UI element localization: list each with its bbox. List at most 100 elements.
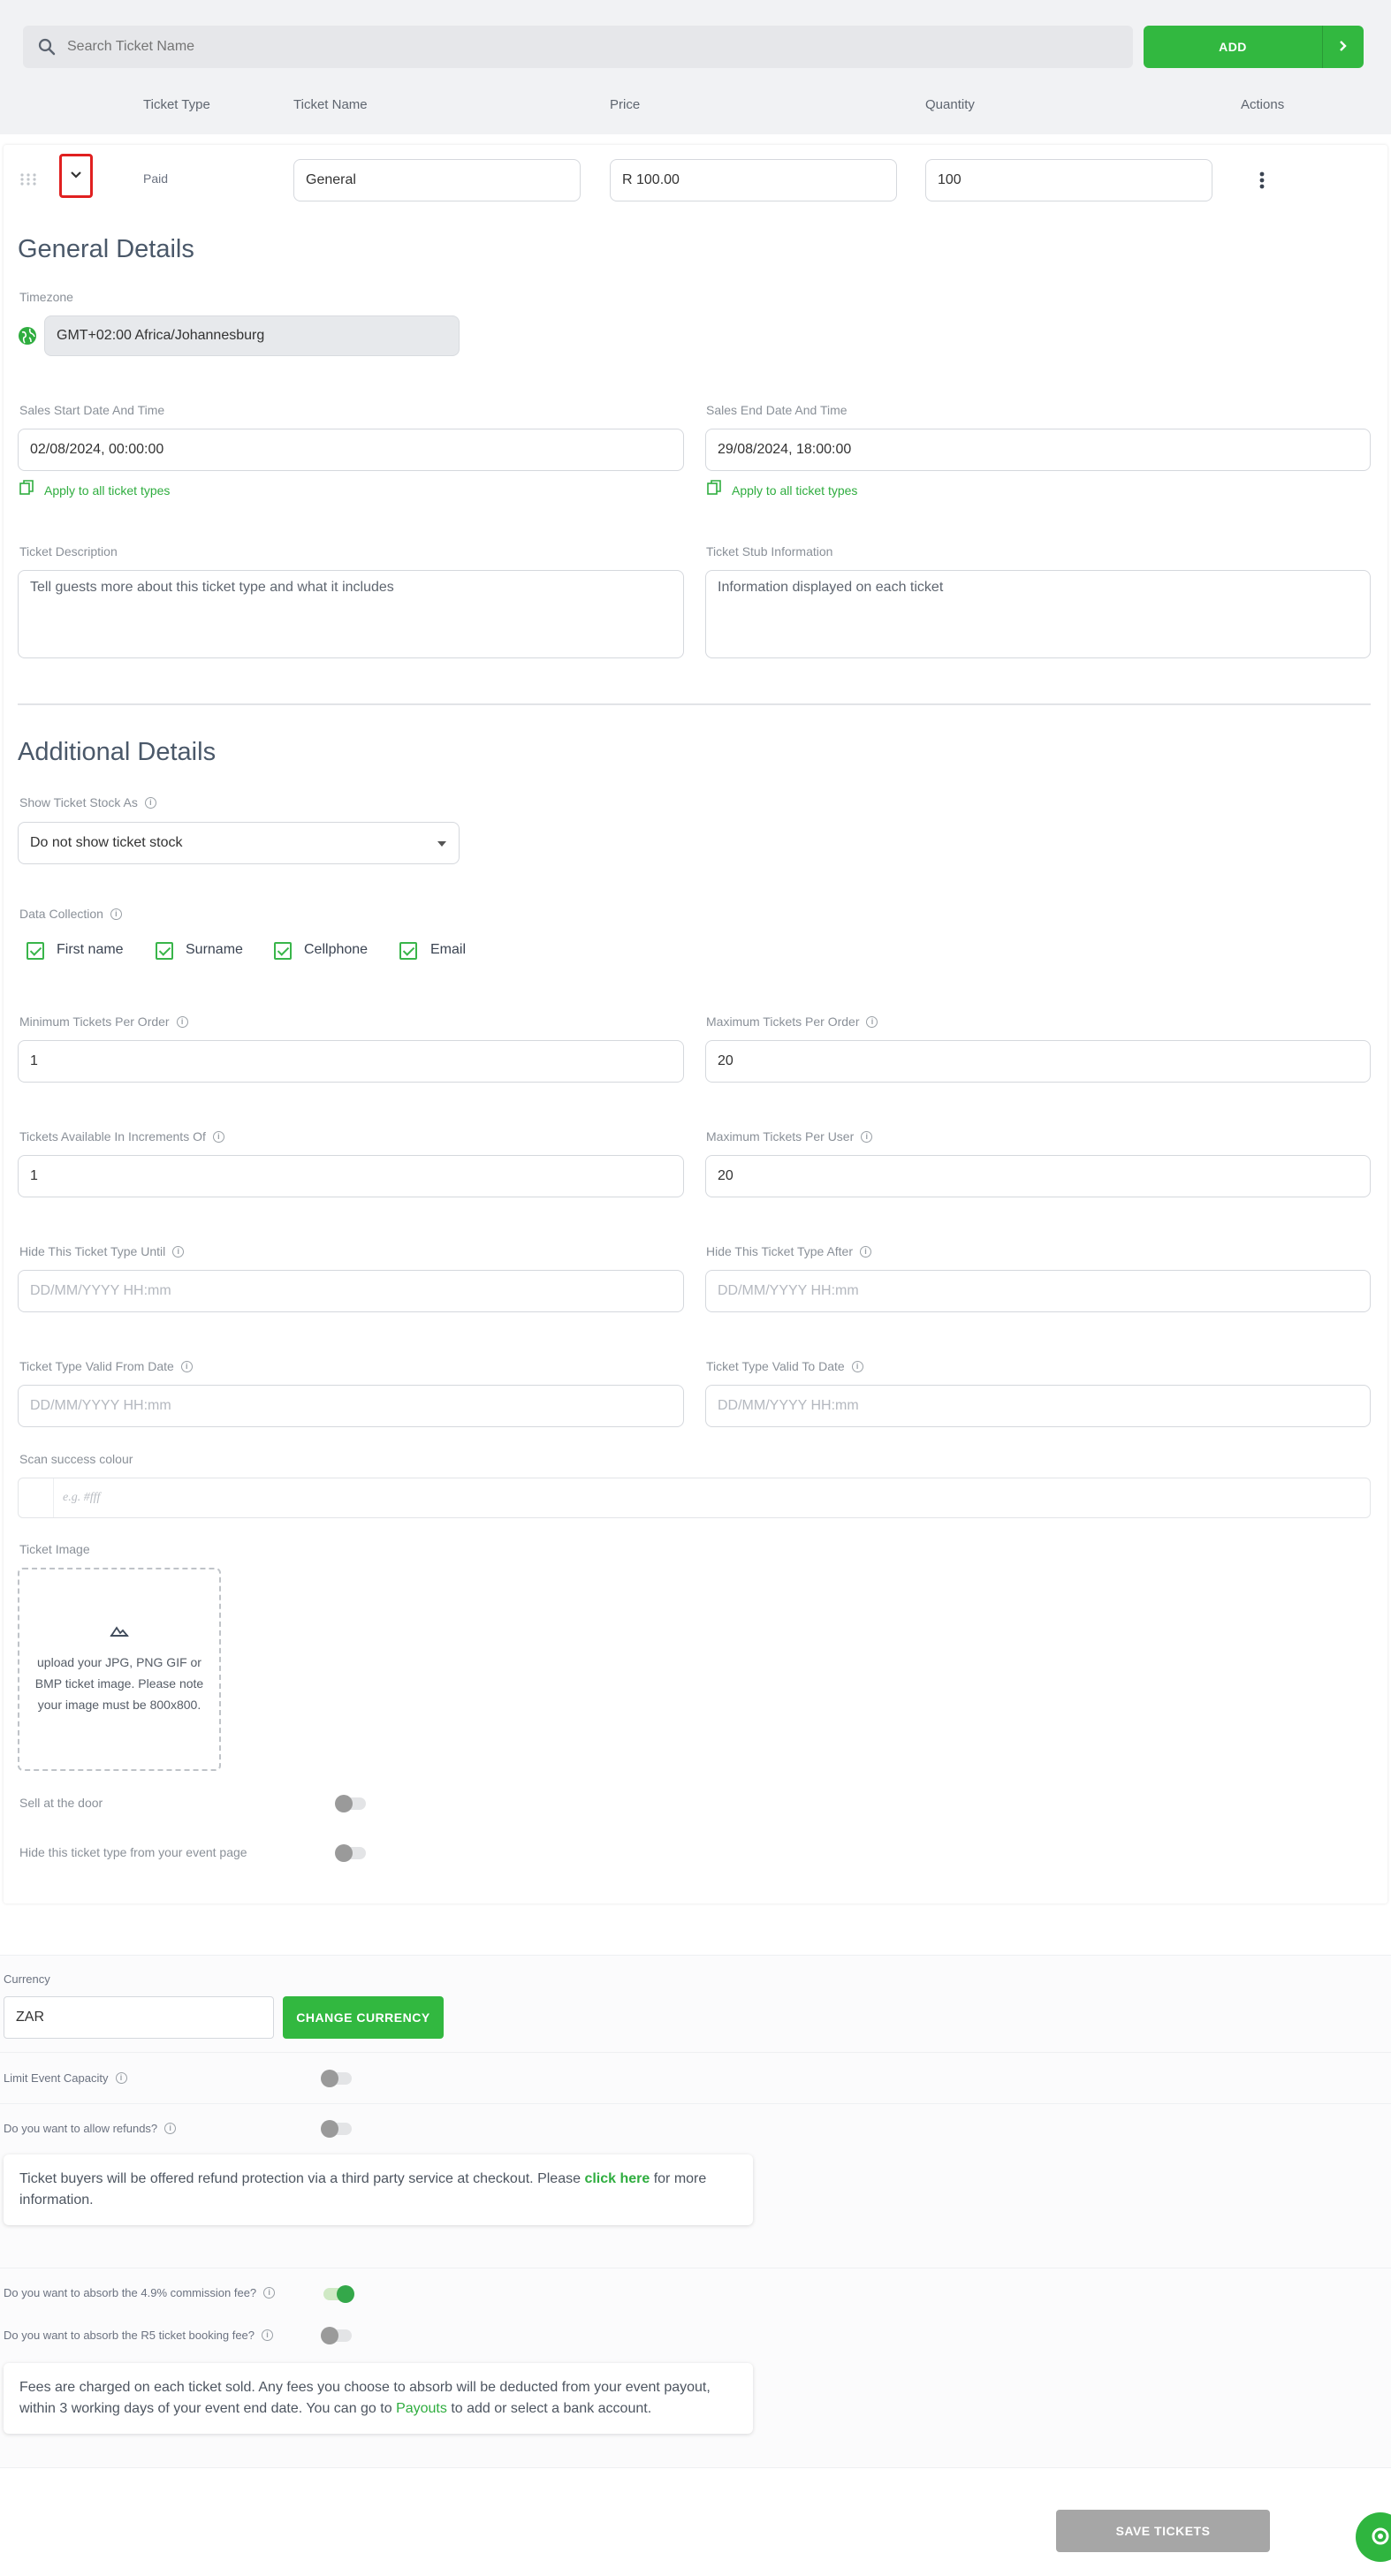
booking-fee-toggle[interactable]	[321, 2327, 352, 2344]
info-icon: i	[263, 2287, 276, 2299]
quantity-input[interactable]: 100	[925, 159, 1212, 201]
info-icon: i	[164, 2123, 177, 2135]
refunds-label: Do you want to allow refunds?	[4, 2122, 158, 2135]
stub-placeholder: Information displayed on each ticket	[718, 580, 944, 595]
checkbox-email[interactable]	[399, 942, 417, 960]
search-input[interactable]	[67, 39, 1039, 55]
save-tickets-label: SAVE TICKETS	[1115, 2524, 1211, 2538]
refund-note-text: Ticket buyers will be offered refund pro…	[19, 2171, 585, 2186]
valid-from-input[interactable]: DD/MM/YYYY HH:mm	[18, 1385, 684, 1427]
apply-all-end-link[interactable]: Apply to all ticket types	[707, 480, 857, 500]
header-actions: Actions	[1241, 97, 1285, 112]
hide-after-placeholder: DD/MM/YYYY HH:mm	[718, 1283, 859, 1298]
valid-to-placeholder: DD/MM/YYYY HH:mm	[718, 1398, 859, 1413]
refunds-toggle[interactable]	[321, 2120, 352, 2138]
checkbox-surname-label: Surname	[186, 942, 243, 957]
price-input[interactable]: R 100.00	[610, 159, 897, 201]
commission-label-row: Do you want to absorb the 4.9% commissio…	[4, 2285, 276, 2301]
drag-handle-icon[interactable]	[19, 172, 37, 191]
min-order-label: Minimum Tickets Per Order	[19, 1014, 170, 1029]
description-placeholder: Tell guests more about this ticket type …	[30, 580, 394, 595]
valid-from-label-row: Ticket Type Valid From Date i	[19, 1359, 193, 1375]
sales-end-label: Sales End Date And Time	[706, 403, 848, 417]
expand-toggle-button[interactable]	[59, 154, 93, 198]
divider	[0, 2052, 1391, 2053]
hide-until-input[interactable]: DD/MM/YYYY HH:mm	[18, 1270, 684, 1312]
info-icon: i	[212, 1131, 224, 1144]
image-icon	[110, 1624, 129, 1641]
payouts-link[interactable]: Payouts	[396, 2401, 447, 2416]
more-actions-icon[interactable]	[1257, 170, 1267, 195]
valid-to-input[interactable]: DD/MM/YYYY HH:mm	[705, 1385, 1371, 1427]
hide-until-label-row: Hide This Ticket Type Until i	[19, 1244, 185, 1260]
scan-colour-placeholder: e.g. #fff	[63, 1491, 101, 1504]
increments-value: 1	[30, 1168, 38, 1183]
add-button[interactable]: ADD	[1144, 26, 1364, 68]
info-icon: i	[144, 797, 156, 809]
checkbox-first-name[interactable]	[27, 942, 44, 960]
quantity-value: 100	[938, 172, 962, 187]
checkbox-cellphone[interactable]	[274, 942, 292, 960]
timezone-field[interactable]: GMT+02:00 Africa/Johannesburg	[44, 315, 460, 356]
max-user-input[interactable]: 20	[705, 1155, 1371, 1197]
commission-toggle[interactable]	[323, 2285, 354, 2303]
section-divider	[18, 703, 1371, 705]
min-order-value: 1	[30, 1053, 38, 1068]
valid-to-label: Ticket Type Valid To Date	[706, 1359, 845, 1373]
booking-fee-label: Do you want to absorb the R5 ticket book…	[4, 2329, 255, 2342]
ticket-name-input[interactable]: General	[293, 159, 581, 201]
checkbox-first-name-label: First name	[57, 942, 124, 957]
apply-all-start-label: Apply to all ticket types	[44, 483, 171, 498]
hide-after-input[interactable]: DD/MM/YYYY HH:mm	[705, 1270, 1371, 1312]
max-order-label: Maximum Tickets Per Order	[706, 1014, 860, 1029]
currency-input[interactable]: ZAR	[4, 1996, 274, 2039]
booking-fee-label-row: Do you want to absorb the R5 ticket book…	[4, 2328, 274, 2344]
capacity-toggle[interactable]	[321, 2070, 352, 2087]
max-order-input[interactable]: 20	[705, 1040, 1371, 1083]
scan-colour-field[interactable]: e.g. #fff	[18, 1478, 1371, 1518]
timezone-label: Timezone	[19, 290, 73, 304]
lifebuoy-icon	[1370, 2525, 1391, 2552]
header-ticket-type: Ticket Type	[143, 97, 210, 112]
info-icon: i	[866, 1016, 878, 1029]
hide-until-label: Hide This Ticket Type Until	[19, 1244, 166, 1258]
stock-select[interactable]: Do not show ticket stock	[18, 822, 460, 864]
apply-all-start-link[interactable]: Apply to all ticket types	[19, 480, 170, 500]
sales-start-input[interactable]: 02/08/2024, 00:00:00	[18, 429, 684, 471]
colour-swatch[interactable]	[19, 1478, 54, 1517]
sales-end-input[interactable]: 29/08/2024, 18:00:00	[705, 429, 1371, 471]
max-order-value: 20	[718, 1053, 734, 1068]
fees-note-end: to add or select a bank account.	[446, 2401, 652, 2416]
change-currency-button[interactable]: CHANGE CURRENCY	[283, 1996, 444, 2039]
divider	[0, 2467, 1391, 2468]
chevron-down-icon	[70, 168, 82, 184]
checkbox-surname[interactable]	[156, 942, 173, 960]
sell-door-toggle[interactable]	[335, 1795, 366, 1812]
save-tickets-button[interactable]: SAVE TICKETS	[1056, 2510, 1270, 2552]
additional-details-title: Additional Details	[18, 738, 217, 766]
refund-click-here-link[interactable]: click here	[584, 2171, 650, 2186]
description-textarea[interactable]: Tell guests more about this ticket type …	[18, 570, 684, 658]
ticket-name-value: General	[306, 172, 356, 187]
description-label: Ticket Description	[19, 544, 118, 559]
info-icon: i	[176, 1016, 188, 1029]
search-bar[interactable]	[23, 26, 1133, 68]
info-icon: i	[861, 1131, 873, 1144]
data-collection-label: Data Collection	[19, 907, 103, 921]
min-order-input[interactable]: 1	[18, 1040, 684, 1083]
timezone-value: GMT+02:00 Africa/Johannesburg	[57, 328, 265, 343]
copy-icon	[19, 480, 34, 500]
chevron-right-icon[interactable]	[1323, 40, 1364, 55]
hide-event-toggle[interactable]	[335, 1844, 366, 1862]
header-price: Price	[610, 97, 641, 112]
stub-textarea[interactable]: Information displayed on each ticket	[705, 570, 1371, 658]
max-order-label-row: Maximum Tickets Per Order i	[706, 1014, 878, 1030]
ticket-image-hint: upload your JPG, PNG GIF or BMP ticket i…	[34, 1654, 204, 1712]
increments-input[interactable]: 1	[18, 1155, 684, 1197]
data-collection-label-row: Data Collection i	[19, 907, 122, 923]
help-chat-button[interactable]	[1356, 2512, 1391, 2562]
sales-end-value: 29/08/2024, 18:00:00	[718, 442, 852, 457]
min-order-label-row: Minimum Tickets Per Order i	[19, 1014, 188, 1030]
info-icon: i	[110, 908, 122, 921]
ticket-image-upload[interactable]: upload your JPG, PNG GIF or BMP ticket i…	[18, 1568, 221, 1771]
